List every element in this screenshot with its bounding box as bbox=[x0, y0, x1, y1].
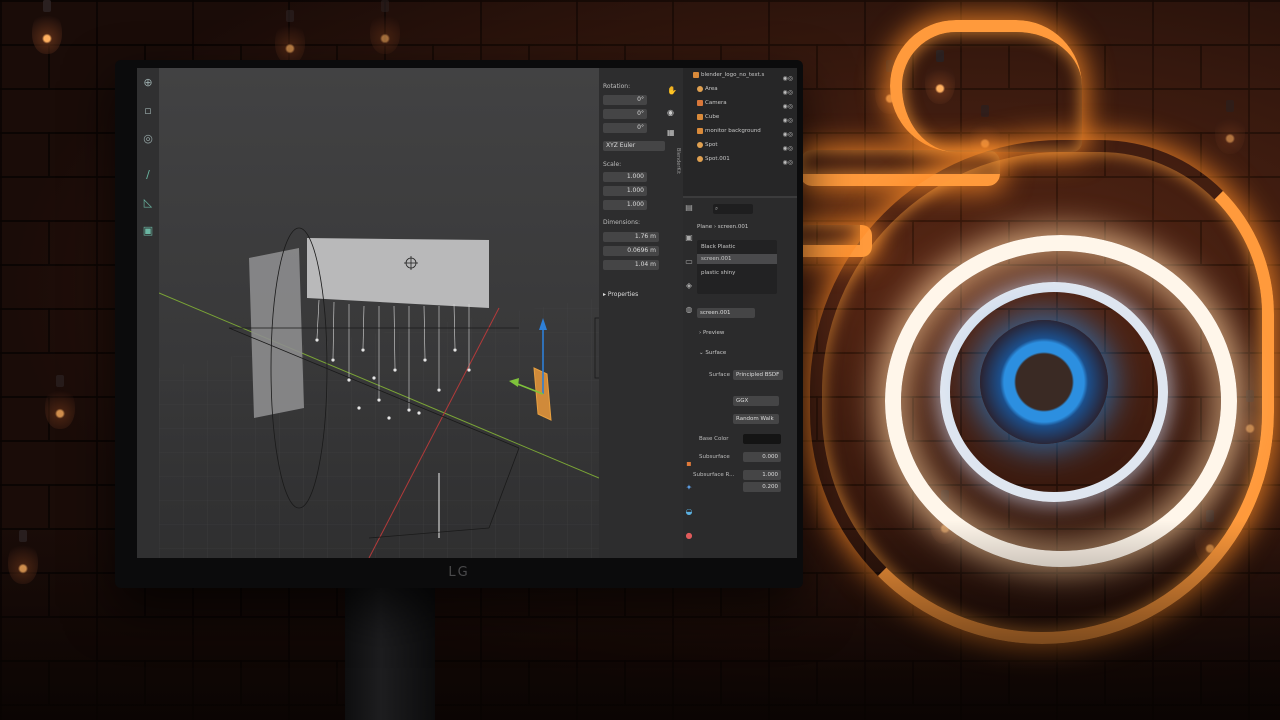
material-slot-list: Black Plastic screen.001 plastic shiny bbox=[697, 240, 777, 294]
tool-shelf: ⊕ ▫ ◎ ∕ ◺ ▣ bbox=[137, 68, 159, 558]
transform-icon[interactable]: ◎ bbox=[141, 132, 155, 146]
outliner-item-label: monitor background bbox=[705, 128, 761, 134]
outliner-item[interactable]: Area bbox=[697, 84, 718, 94]
light-icon bbox=[697, 85, 703, 92]
light-bulb bbox=[275, 10, 305, 64]
properties-editor: ▤ ▣ ▭ ◈ ◍ ▪ ✦ ◒ ● ⌕ Plane › screen.001 B… bbox=[683, 198, 797, 558]
search-field[interactable]: ⌕ bbox=[713, 204, 753, 214]
light-icon bbox=[697, 141, 703, 148]
monitor: ⊕ ▫ ◎ ∕ ◺ ▣ Rotation: 0° 0° 0° XYZ Euler… bbox=[115, 60, 803, 588]
outliner-item-label: Spot.001 bbox=[705, 156, 730, 162]
material-props-icon[interactable]: ● bbox=[683, 530, 695, 542]
render-props-icon[interactable]: ▣ bbox=[683, 232, 695, 244]
visibility-eye-icons[interactable]: ◉◎ ◉◎ ◉◎ ◉◎ ◉◎ ◉◎ ◉◎ bbox=[783, 72, 793, 170]
camera-icon bbox=[697, 99, 703, 106]
collection-icon bbox=[693, 71, 699, 78]
outliner-item-label: blender_logo_no_text.s bbox=[701, 72, 765, 78]
outliner-item-label: Area bbox=[705, 86, 718, 92]
monitor-brand-logo: LG bbox=[448, 565, 470, 580]
3d-viewport[interactable] bbox=[159, 68, 599, 558]
breadcrumb: Plane › screen.001 bbox=[697, 224, 749, 230]
viewport-scene-graphic bbox=[159, 227, 599, 558]
preview-panel-header[interactable]: › Preview bbox=[699, 328, 724, 338]
dimensions-label: Dimensions: bbox=[603, 219, 641, 226]
breadcrumb-material[interactable]: screen.001 bbox=[718, 224, 749, 230]
sidebar-n-panel: Rotation: X 0° Y 0° Z 0° XYZ Euler Scale… bbox=[599, 68, 683, 558]
physics-props-icon[interactable]: ◒ bbox=[683, 506, 695, 518]
rotation-y-field[interactable]: 0° bbox=[603, 109, 647, 119]
scene-props-icon[interactable]: ◈ bbox=[683, 280, 695, 292]
subsurface-radius-field-1[interactable]: 1.000 bbox=[743, 470, 781, 480]
light-icon bbox=[697, 155, 703, 162]
light-bulb bbox=[45, 375, 75, 429]
mesh-icon bbox=[697, 113, 703, 120]
properties-panel-header[interactable]: ▸ Properties bbox=[603, 290, 638, 300]
subsurface-field[interactable]: 0.000 bbox=[743, 452, 781, 462]
subsurface-method-select[interactable]: Random Walk bbox=[733, 414, 779, 424]
outliner-item[interactable]: Camera bbox=[697, 98, 727, 108]
blender-window: ⊕ ▫ ◎ ∕ ◺ ▣ Rotation: 0° 0° 0° XYZ Euler… bbox=[137, 68, 797, 558]
outliner-item[interactable]: monitor background bbox=[697, 126, 761, 136]
scale-z-field[interactable]: 1.000 bbox=[603, 200, 647, 210]
material-name-field[interactable]: screen.001 bbox=[697, 308, 755, 318]
material-slot[interactable]: plastic shiny bbox=[701, 268, 735, 278]
dimensions-y-field[interactable]: 0.0696 m bbox=[603, 246, 659, 256]
subsurface-radius-label: Subsurface R... bbox=[693, 472, 735, 478]
scale-x-field[interactable]: 1.000 bbox=[603, 172, 647, 182]
subsurface-label: Subsurface bbox=[699, 454, 730, 460]
properties-panel-label: Properties bbox=[607, 291, 639, 298]
camera-view-icon[interactable]: ◉ bbox=[667, 108, 674, 117]
blenderkit-tab[interactable]: BlenderKit bbox=[675, 148, 681, 174]
dimensions-z-field[interactable]: 1.04 m bbox=[603, 260, 659, 270]
material-slot[interactable]: Black Plastic bbox=[701, 242, 735, 252]
outliner-item[interactable]: blender_logo_no_text.s bbox=[693, 70, 764, 80]
tool-props-icon[interactable]: ▤ bbox=[683, 202, 695, 214]
hand-icon[interactable]: ✋ bbox=[667, 86, 677, 95]
scale-label: Scale: bbox=[603, 161, 622, 168]
light-bulb bbox=[370, 0, 400, 54]
material-slot-active[interactable]: screen.001 bbox=[697, 254, 777, 264]
light-bulb bbox=[32, 0, 62, 54]
outliner-item[interactable]: Cube bbox=[697, 112, 719, 122]
outliner-item-label: Camera bbox=[705, 100, 727, 106]
scale-y-field[interactable]: 1.000 bbox=[603, 186, 647, 196]
output-props-icon[interactable]: ▭ bbox=[683, 256, 695, 268]
outliner-item-label: Cube bbox=[705, 114, 720, 120]
measure-icon[interactable]: ◺ bbox=[141, 196, 155, 210]
neon-blue-core bbox=[980, 320, 1108, 444]
dimensions-x-field[interactable]: 1.76 m bbox=[603, 232, 659, 242]
distribution-select[interactable]: GGX bbox=[733, 396, 779, 406]
rotation-label: Rotation: bbox=[603, 83, 631, 90]
rotation-z-field[interactable]: 0° bbox=[603, 123, 647, 133]
add-cube-icon[interactable]: ▣ bbox=[141, 224, 155, 238]
preview-label: Preview bbox=[702, 330, 725, 336]
object-props-icon[interactable]: ▪ bbox=[683, 458, 695, 470]
subsurface-radius-field-2[interactable]: 0.200 bbox=[743, 482, 781, 492]
rotation-mode-select[interactable]: XYZ Euler bbox=[603, 141, 665, 151]
surface-field-label: Surface bbox=[709, 372, 730, 378]
surface-label: Surface bbox=[705, 350, 727, 356]
annotate-icon[interactable]: ∕ bbox=[141, 168, 155, 182]
cursor-icon[interactable]: ⊕ bbox=[141, 76, 155, 90]
outliner-item[interactable]: Spot bbox=[697, 140, 718, 150]
base-color-swatch[interactable] bbox=[743, 434, 781, 444]
neon-orange-stroke bbox=[890, 20, 1082, 152]
photo-scene: ⊕ ▫ ◎ ∕ ◺ ▣ Rotation: 0° 0° 0° XYZ Euler… bbox=[0, 0, 1280, 720]
surface-shader-select[interactable]: Principled BSDF bbox=[733, 370, 783, 380]
search-icon: ⌕ bbox=[715, 206, 719, 212]
outliner-item[interactable]: Spot.001 bbox=[697, 154, 730, 164]
outliner-item-label: Spot bbox=[705, 142, 718, 148]
surface-panel-header[interactable]: ⌄ Surface bbox=[699, 348, 726, 358]
mesh-icon bbox=[697, 127, 703, 134]
grid-icon[interactable]: ▦ bbox=[667, 128, 675, 137]
modifier-props-icon[interactable]: ✦ bbox=[683, 482, 695, 494]
base-color-label: Base Color bbox=[699, 436, 729, 442]
world-props-icon[interactable]: ◍ bbox=[683, 304, 695, 316]
monitor-stand bbox=[345, 585, 435, 720]
outliner: blender_logo_no_text.s Area Camera Cube … bbox=[683, 68, 797, 196]
breadcrumb-object[interactable]: Plane bbox=[697, 224, 712, 230]
move-icon[interactable]: ▫ bbox=[141, 104, 155, 118]
rotation-x-field[interactable]: 0° bbox=[603, 95, 647, 105]
